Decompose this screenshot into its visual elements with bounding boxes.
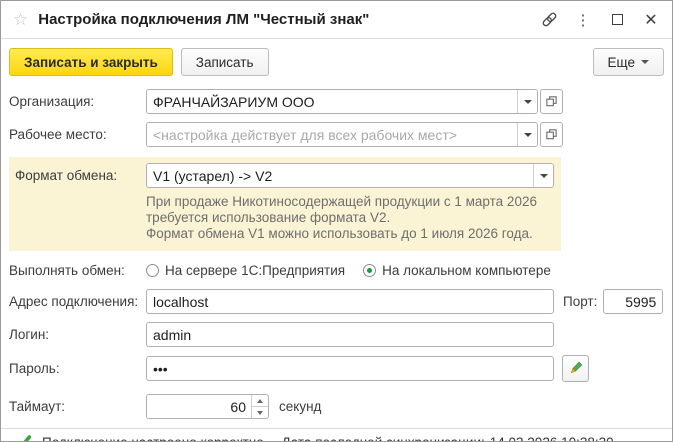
titlebar-icons: ⋮ ✕ <box>540 11 660 29</box>
settings-window: ☆ Настройка подключения ЛМ "Честный знак… <box>0 0 673 442</box>
spin-up-button[interactable] <box>252 395 268 407</box>
workplace-input[interactable] <box>147 123 517 146</box>
format-combo <box>146 163 554 188</box>
warning-line: требуется использование формата V2. <box>146 210 556 226</box>
organization-row: Организация: <box>9 89 664 114</box>
password-input[interactable] <box>146 356 554 381</box>
chevron-down-icon <box>641 60 649 64</box>
password-row: Пароль: <box>9 355 664 382</box>
close-icon[interactable]: ✕ <box>642 11 660 29</box>
chevron-down-icon <box>524 133 532 137</box>
radio-option-local-label: На локальном компьютере <box>382 263 551 278</box>
organization-input[interactable] <box>147 90 517 113</box>
get-link-icon[interactable] <box>540 11 558 29</box>
radio-option-server[interactable]: На сервере 1С:Предприятия <box>146 263 345 278</box>
workplace-label: Рабочее место: <box>9 127 146 142</box>
exchange-mode-row: Выполнять обмен: На сервере 1С:Предприят… <box>9 263 664 278</box>
address-row: Адрес подключения: Порт: <box>9 289 664 314</box>
warning-line: При продаже Никотиносодержащей продукции… <box>146 194 556 210</box>
open-form-icon <box>545 95 558 108</box>
organization-combo <box>146 89 538 114</box>
port-label: Порт: <box>563 294 597 309</box>
command-bar: Записать и закрыть Записать Еще <box>1 39 672 85</box>
address-input[interactable] <box>146 289 554 314</box>
radio-option-local[interactable]: На локальном компьютере <box>363 263 551 278</box>
format-warning-panel: Формат обмена: При продаже Никотиносодер… <box>9 157 561 251</box>
warning-line: Формат обмена V1 можно использовать до 1… <box>146 226 556 242</box>
organization-dropdown-button[interactable] <box>517 90 537 113</box>
save-button[interactable]: Записать <box>181 48 269 76</box>
radio-option-server-label: На сервере 1С:Предприятия <box>165 263 345 278</box>
sync-timestamp: 14.03.2026 10:38:30 <box>490 435 614 442</box>
open-form-icon <box>545 128 558 141</box>
address-label: Адрес подключения: <box>9 294 146 309</box>
organization-label: Организация: <box>9 94 146 109</box>
port-input[interactable] <box>603 289 663 314</box>
success-check-icon <box>13 433 32 442</box>
login-row: Логин: <box>9 322 664 347</box>
format-label: Формат обмена: <box>15 168 146 183</box>
save-and-close-button[interactable]: Записать и закрыть <box>9 48 173 76</box>
spin-down-button[interactable] <box>252 407 268 418</box>
window-title: Настройка подключения ЛМ "Честный знак" <box>38 11 369 28</box>
footer-separator <box>1 428 672 429</box>
timeout-spinner <box>146 394 269 419</box>
workplace-combo <box>146 122 538 147</box>
timeout-row: Таймаут: секунд <box>9 394 664 419</box>
pencil-icon <box>568 361 583 376</box>
radio-icon <box>146 264 159 277</box>
radio-selected-icon <box>363 264 376 277</box>
title-bar: ☆ Настройка подключения ЛМ "Честный знак… <box>1 1 672 39</box>
arrow-down-icon <box>257 411 263 415</box>
more-button-label: Еще <box>608 55 635 70</box>
maximize-glyph <box>612 14 623 25</box>
status-row: Подключение настроено корректно. Дата по… <box>13 433 664 442</box>
chevron-down-icon <box>524 100 532 104</box>
workplace-dropdown-button[interactable] <box>517 123 537 146</box>
workplace-open-button[interactable] <box>540 122 563 147</box>
more-button[interactable]: Еще <box>593 48 664 76</box>
organization-open-button[interactable] <box>540 89 563 114</box>
login-input[interactable] <box>146 322 554 347</box>
more-menu-icon[interactable]: ⋮ <box>574 11 592 29</box>
password-label: Пароль: <box>9 361 146 376</box>
exchange-mode-label: Выполнять обмен: <box>9 263 146 278</box>
chevron-down-icon <box>540 174 548 178</box>
timeout-input[interactable] <box>147 395 251 418</box>
workplace-row: Рабочее место: <box>9 122 664 147</box>
maximize-icon[interactable] <box>608 11 626 29</box>
status-message: Подключение настроено корректно. <box>42 435 268 442</box>
spinner-buttons <box>251 395 268 418</box>
settings-form: Организация: Рабочее место: <box>1 85 672 442</box>
format-row: Формат обмена: <box>15 163 561 188</box>
login-label: Логин: <box>9 327 146 342</box>
format-input[interactable] <box>147 164 533 187</box>
timeout-label: Таймаут: <box>9 399 146 414</box>
favorite-star-icon[interactable]: ☆ <box>13 11 28 28</box>
sync-label: Дата последней синхронизации: <box>282 435 485 442</box>
arrow-up-icon <box>257 399 263 403</box>
format-warning-text: При продаже Никотиносодержащей продукции… <box>146 194 556 242</box>
format-dropdown-button[interactable] <box>533 164 553 187</box>
timeout-suffix: секунд <box>279 399 321 414</box>
edit-password-button[interactable] <box>562 355 589 382</box>
